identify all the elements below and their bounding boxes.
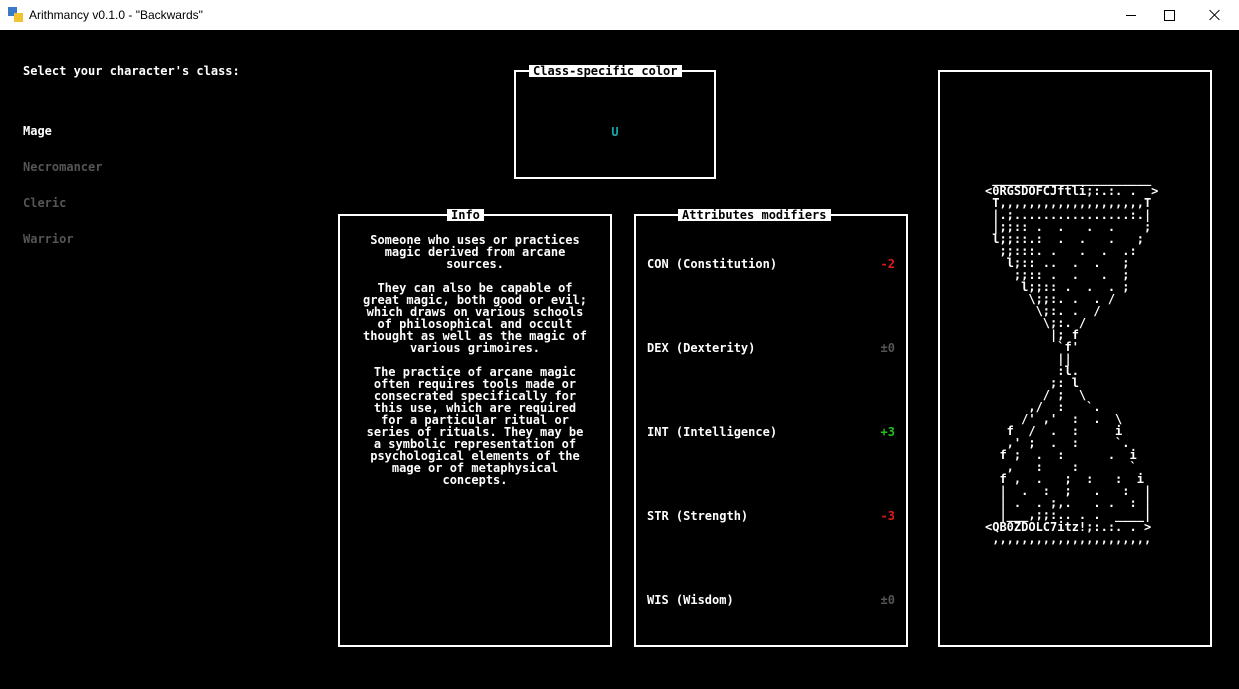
info-paragraph: Someone who uses or practices magic deri… bbox=[370, 233, 580, 271]
attribute-row-con: CON (Constitution) -2 bbox=[647, 258, 895, 270]
info-title: Info bbox=[447, 209, 484, 221]
attributes-title: Attributes modifiers bbox=[678, 209, 831, 221]
class-option-warrior[interactable]: Warrior bbox=[23, 233, 102, 245]
attribute-name: STR (Strength) bbox=[647, 509, 749, 523]
attribute-value: ±0 bbox=[880, 341, 895, 355]
maximize-icon bbox=[1163, 9, 1175, 21]
class-option-necromancer[interactable]: Necromancer bbox=[23, 161, 102, 173]
attribute-row-wis: WIS (Wisdom) ±0 bbox=[647, 594, 895, 606]
class-color-title: Class-specific color bbox=[529, 65, 682, 77]
attribute-name: CON (Constitution) bbox=[647, 257, 778, 271]
class-option-cleric[interactable]: Cleric bbox=[23, 197, 102, 209]
class-select-prompt: Select your character's class: bbox=[23, 64, 240, 78]
minimize-icon bbox=[1126, 14, 1136, 16]
title-bar: Arithmancy v0.1.0 - "Backwards" bbox=[0, 0, 1239, 30]
class-option-mage[interactable]: Mage bbox=[23, 125, 102, 137]
hourglass-panel: ______________________ <0RGSDOFCJftli;:.… bbox=[938, 70, 1212, 647]
attributes-panel: Attributes modifiers CON (Constitution) … bbox=[634, 209, 908, 647]
attribute-row-str: STR (Strength) -3 bbox=[647, 510, 895, 522]
window-title: Arithmancy v0.1.0 - "Backwards" bbox=[29, 8, 203, 22]
attribute-name: DEX (Dexterity) bbox=[647, 341, 756, 355]
attribute-value: ±0 bbox=[880, 593, 895, 607]
class-color-glyph: U bbox=[611, 125, 619, 139]
attribute-name: INT (Intelligence) bbox=[647, 425, 778, 439]
attribute-row-dex: DEX (Dexterity) ±0 bbox=[647, 342, 895, 354]
python-icon bbox=[8, 7, 24, 23]
close-button[interactable] bbox=[1192, 0, 1238, 30]
info-text: Someone who uses or practices magic deri… bbox=[350, 234, 600, 498]
attribute-value: -2 bbox=[880, 257, 895, 271]
info-paragraph: The practice of arcane magic often requi… bbox=[366, 365, 584, 487]
info-paragraph: They can also be capable of great magic,… bbox=[363, 281, 587, 355]
info-panel: Info Someone who uses or practices magic… bbox=[338, 209, 612, 647]
attribute-value: +3 bbox=[880, 425, 895, 439]
close-icon bbox=[1209, 9, 1221, 21]
maximize-button[interactable] bbox=[1146, 0, 1192, 30]
class-list: Mage Necromancer Cleric Warrior bbox=[23, 101, 102, 257]
attribute-value: -3 bbox=[880, 509, 895, 523]
hourglass-ascii-art: ______________________ <0RGSDOFCJftli;:.… bbox=[985, 172, 1159, 546]
attribute-row-int: INT (Intelligence) +3 bbox=[647, 426, 895, 438]
class-color-panel: Class-specific color U bbox=[514, 65, 716, 179]
attribute-name: WIS (Wisdom) bbox=[647, 593, 734, 607]
